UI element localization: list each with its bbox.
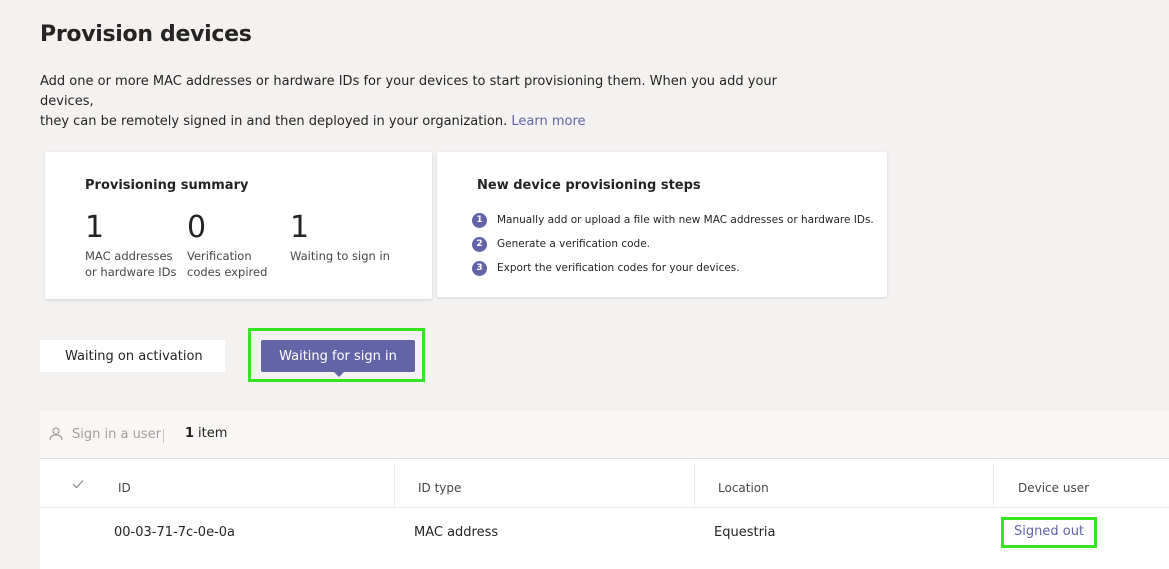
column-header-location[interactable]: Location [718,481,769,495]
column-header-device-user[interactable]: Device user [1018,481,1089,495]
column-divider [394,463,395,507]
provisioning-summary-card: Provisioning summary 1 MAC addresses or … [45,152,432,299]
item-count-label: item [198,426,228,441]
select-all-check-icon[interactable] [72,479,84,489]
sign-in-user-icon [49,427,63,441]
step-number: 1 [472,212,487,228]
sign-in-user-label: Sign in a user [72,426,161,442]
table-header: ID ID type Location Device user [40,459,1169,508]
cell-id: 00-03-71-7c-0e-0a [114,525,236,540]
step-number: 2 [472,236,487,252]
step-item: 3 Export the verification codes for your… [472,256,874,280]
stat-label: MAC addresses or hardware IDs [85,249,177,279]
step-item: 1 Manually add or upload a file with new… [472,208,874,232]
stat-mac-addresses: 1 MAC addresses or hardware IDs [85,210,179,280]
table-toolbar: Sign in a user 1 item [40,411,1169,459]
intro-line-2: they can be remotely signed in and then … [40,114,508,129]
stat-value: 1 [290,210,310,245]
cell-id-type: MAC address [414,525,499,540]
step-item: 2 Generate a verification code. [472,232,874,256]
tab-waiting-for-sign-in[interactable]: Waiting for sign in [261,340,415,372]
column-divider [694,463,695,507]
devices-table: ID ID type Location Device user 00-03-71… [40,459,1169,569]
cell-location: Equestria [714,525,776,540]
tab-selected-caret [333,371,345,377]
step-text: Export the verification codes for your d… [497,262,740,274]
learn-more-link[interactable]: Learn more [511,114,585,129]
step-number: 3 [472,260,487,276]
provisioning-steps-card: New device provisioning steps 1 Manually… [437,152,887,297]
steps-title: New device provisioning steps [477,178,701,193]
steps-list: 1 Manually add or upload a file with new… [472,208,874,280]
page-title: Provision devices [40,22,252,47]
intro-text: Add one or more MAC addresses or hardwar… [40,72,820,132]
summary-stats: 1 MAC addresses or hardware IDs 0 Verifi… [85,210,398,280]
stat-value: 0 [187,210,207,245]
stat-codes-expired: 0 Verification codes expired [187,210,282,280]
cell-device-user-link[interactable]: Signed out [1014,524,1084,539]
column-header-id[interactable]: ID [118,481,131,495]
intro-line-1: Add one or more MAC addresses or hardwar… [40,74,778,109]
sign-in-user-button[interactable]: Sign in a user [48,426,161,442]
item-count-number: 1 [185,426,195,441]
column-divider [993,463,994,507]
item-count: 1 item [185,426,227,441]
stat-value: 1 [85,210,105,245]
column-header-id-type[interactable]: ID type [418,481,461,495]
summary-title: Provisioning summary [85,178,249,193]
toolbar-divider [163,429,164,443]
tab-waiting-on-activation[interactable]: Waiting on activation [40,340,225,372]
stat-waiting-sign-in: 1 Waiting to sign in [290,210,390,280]
stat-label: Waiting to sign in [290,249,390,263]
step-text: Generate a verification code. [497,238,650,250]
table-row[interactable]: 00-03-71-7c-0e-0a MAC address Equestria … [40,508,1169,569]
stat-label: Verification codes expired [187,249,268,279]
step-text: Manually add or upload a file with new M… [497,214,874,226]
